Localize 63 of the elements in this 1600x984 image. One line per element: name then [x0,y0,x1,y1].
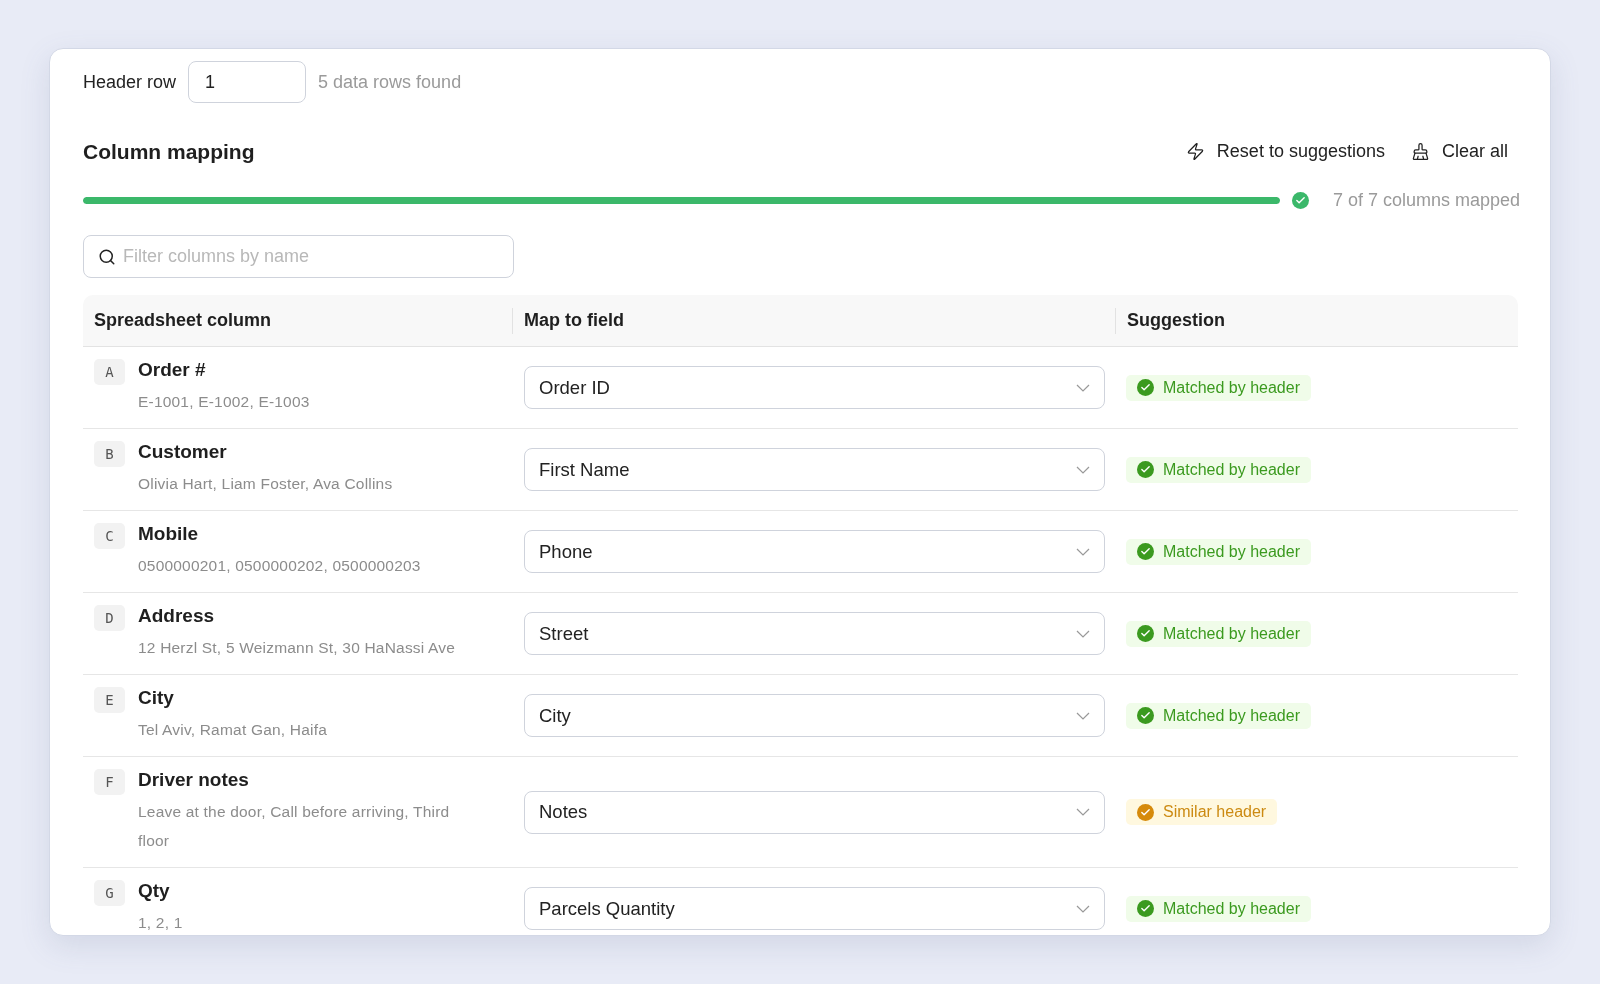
reset-button[interactable]: Reset to suggestions [1175,137,1395,166]
field-select[interactable]: First Name [524,448,1105,491]
field-select[interactable]: Notes [524,790,1105,834]
chevron-down-icon [1076,465,1090,474]
column-name: Customer [138,441,228,463]
suggestion-badge: Matched by header [1126,895,1311,922]
check-icon [1137,625,1154,642]
check-icon [1137,803,1154,821]
sample-values: Olivia Hart, Liam Foster, Ava Collins [138,474,393,494]
chevron-down-icon [1076,629,1090,638]
field-select[interactable]: Street [524,612,1105,655]
check-icon [1137,461,1154,478]
sample-values: 12 Herzl St, 5 Weizmann St, 30 HaNassi Ave [138,638,456,658]
suggestion-badge: Similar header [1126,799,1278,825]
column-letter: E [94,687,125,713]
rows-found-text: 5 data rows found [318,71,462,93]
column-name: Driver notes [138,769,250,791]
check-icon [1137,379,1154,396]
broom-icon [1410,142,1430,161]
check-icon [1137,707,1154,724]
column-header: Suggestion [1115,307,1518,334]
column-name: City [138,687,175,709]
column-letter: F [94,769,125,795]
search-icon [98,248,116,266]
header-row-input[interactable]: 1 [188,61,307,103]
chevron-down-icon [1076,547,1090,556]
column-letter: B [94,441,125,467]
column-name: Qty [138,880,171,902]
column-header: Map to field [512,307,1115,334]
suggestion-badge: Matched by header [1126,456,1311,483]
column-letter: A [94,359,125,385]
field-select[interactable]: City [524,694,1105,737]
suggestion-badge: Matched by header [1126,374,1311,401]
field-select[interactable]: Parcels Quantity [524,887,1105,930]
field-select[interactable]: Phone [524,530,1105,573]
check-icon [1137,543,1154,560]
suggestion-badge: Matched by header [1126,702,1311,729]
column-letter: D [94,605,125,631]
chevron-down-icon [1076,808,1090,816]
progress-text: 7 of 7 columns mapped [1332,190,1520,211]
chevron-down-icon [1076,711,1090,720]
header-row-label: Header row [83,71,177,93]
filter-field[interactable]: Filter columns by name [83,235,514,278]
chevron-down-icon [1076,904,1090,913]
field-select[interactable]: Order ID [524,366,1105,409]
column-letter: G [94,880,125,906]
column-header: Spreadsheet column [93,309,273,332]
sample-values: E-1001, E-1002, E-1003 [138,392,310,412]
check-icon [1137,900,1154,917]
sample-values: Tel Aviv, Ramat Gan, Haifa [138,720,327,740]
suggestion-badge: Matched by header [1126,620,1311,647]
sample-values: 1, 2, 1 [138,913,183,933]
clear-button[interactable]: Clear all [1400,137,1518,166]
suggestion-badge: Matched by header [1126,538,1311,565]
sample-values: Leave at the door, Call before arriving, Third floor [138,802,451,851]
column-name: Address [138,605,216,627]
column-name: Order # [138,359,207,381]
column-name: Mobile [138,523,200,545]
chevron-down-icon [1076,383,1090,392]
section-title: Column mapping [83,139,255,164]
sample-values: 0500000201, 0500000202, 0500000203 [138,556,421,576]
lightning-icon [1185,142,1205,161]
column-letter: C [94,523,125,549]
